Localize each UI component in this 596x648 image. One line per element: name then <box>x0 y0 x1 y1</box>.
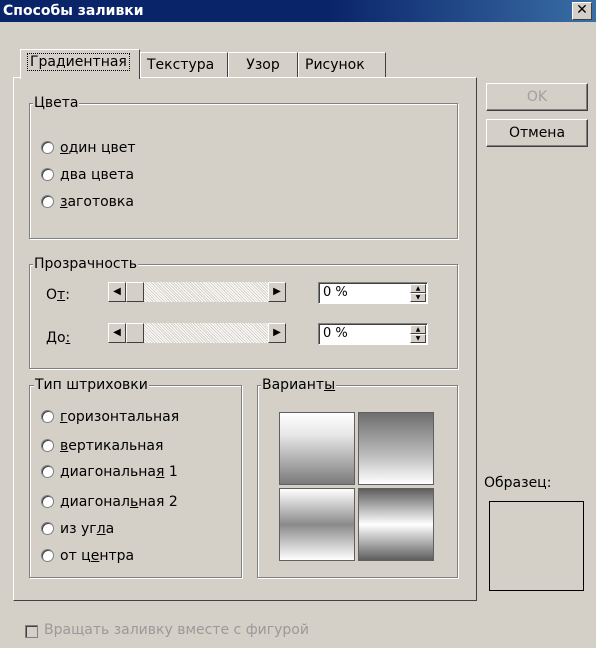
colors-group-title: Цвета <box>33 95 80 111</box>
radio-label-from-corner[interactable]: из угла <box>60 520 114 538</box>
sample-preview <box>489 501 584 591</box>
radio-preset[interactable] <box>41 195 54 208</box>
spin-up-icon[interactable]: ▲ <box>410 284 426 293</box>
sample-label: Образец: <box>484 475 552 491</box>
to-label: До: <box>46 330 71 346</box>
shading-group-title: Тип штриховки <box>34 377 149 393</box>
close-icon: ✕ <box>576 2 588 18</box>
tab-texture[interactable]: Текстура <box>140 52 228 78</box>
spin-up-icon[interactable]: ▲ <box>410 325 426 334</box>
to-value[interactable]: 0 % <box>323 326 348 341</box>
slider-left-arrow-icon[interactable]: ◀ <box>108 323 126 343</box>
slider-left-arrow-icon[interactable]: ◀ <box>108 282 126 302</box>
title-bar: Способы заливки <box>0 0 596 22</box>
from-slider[interactable]: ◀ ▶ <box>108 282 286 302</box>
variant-3[interactable] <box>279 488 355 561</box>
radio-label-diagonal-1[interactable]: диагональная 1 <box>60 463 178 481</box>
tab-label: Градиентная <box>27 53 130 71</box>
cancel-button[interactable]: Отмена <box>486 119 588 147</box>
radio-horizontal[interactable] <box>41 410 54 423</box>
spin-down-icon[interactable]: ▼ <box>410 334 426 343</box>
slider-track[interactable] <box>126 282 268 302</box>
radio-label-horizontal[interactable]: горизонтальная <box>60 408 179 426</box>
tab-pattern[interactable]: Узор <box>228 52 298 78</box>
tab-label: Рисунок <box>305 57 365 73</box>
transparency-group <box>29 264 458 369</box>
radio-vertical[interactable] <box>41 439 54 452</box>
radio-from-corner[interactable] <box>41 522 54 535</box>
radio-diagonal-2[interactable] <box>41 495 54 508</box>
radio-label-vertical[interactable]: вертикальная <box>60 437 163 455</box>
variant-4[interactable] <box>358 488 434 561</box>
ok-button[interactable]: OK <box>486 83 588 111</box>
to-slider[interactable]: ◀ ▶ <box>108 323 286 343</box>
radio-diagonal-1[interactable] <box>41 465 54 478</box>
radio-two-colors[interactable] <box>41 168 54 181</box>
close-button[interactable]: ✕ <box>572 2 592 20</box>
from-value[interactable]: 0 % <box>323 285 348 300</box>
variant-1[interactable] <box>279 412 355 485</box>
spin-down-icon[interactable]: ▼ <box>410 293 426 302</box>
radio-label-preset[interactable]: заготовка <box>60 193 134 211</box>
radio-label-diagonal-2[interactable]: диагональная 2 <box>60 493 178 511</box>
transparency-group-title: Прозрачность <box>33 256 138 272</box>
from-spin[interactable]: 0 % ▲ ▼ <box>318 282 428 304</box>
to-spin[interactable]: 0 % ▲ ▼ <box>318 323 428 345</box>
radio-one-color[interactable] <box>41 141 54 154</box>
rotate-fill-label[interactable]: Вращать заливку вместе с фигурой <box>44 622 309 638</box>
tab-label: Узор <box>246 57 280 73</box>
tab-label: Текстура <box>147 57 215 73</box>
variant-2[interactable] <box>358 412 434 485</box>
slider-right-arrow-icon[interactable]: ▶ <box>268 323 286 343</box>
slider-track[interactable] <box>126 323 268 343</box>
radio-label-from-center[interactable]: от центра <box>60 547 134 565</box>
slider-thumb[interactable] <box>126 323 144 343</box>
radio-label-two-colors[interactable]: два цвета <box>60 166 134 184</box>
slider-right-arrow-icon[interactable]: ▶ <box>268 282 286 302</box>
tab-picture[interactable]: Рисунок <box>298 52 386 78</box>
tab-gradient[interactable]: Градиентная <box>20 49 140 79</box>
from-label: От: <box>46 287 70 303</box>
slider-thumb[interactable] <box>126 282 144 302</box>
window-title: Способы заливки <box>3 3 144 19</box>
radio-label-one-color[interactable]: один цвет <box>60 139 136 157</box>
radio-from-center[interactable] <box>41 549 54 562</box>
variants-group-title: Варианты <box>261 377 337 393</box>
rotate-fill-checkbox[interactable] <box>25 625 38 638</box>
